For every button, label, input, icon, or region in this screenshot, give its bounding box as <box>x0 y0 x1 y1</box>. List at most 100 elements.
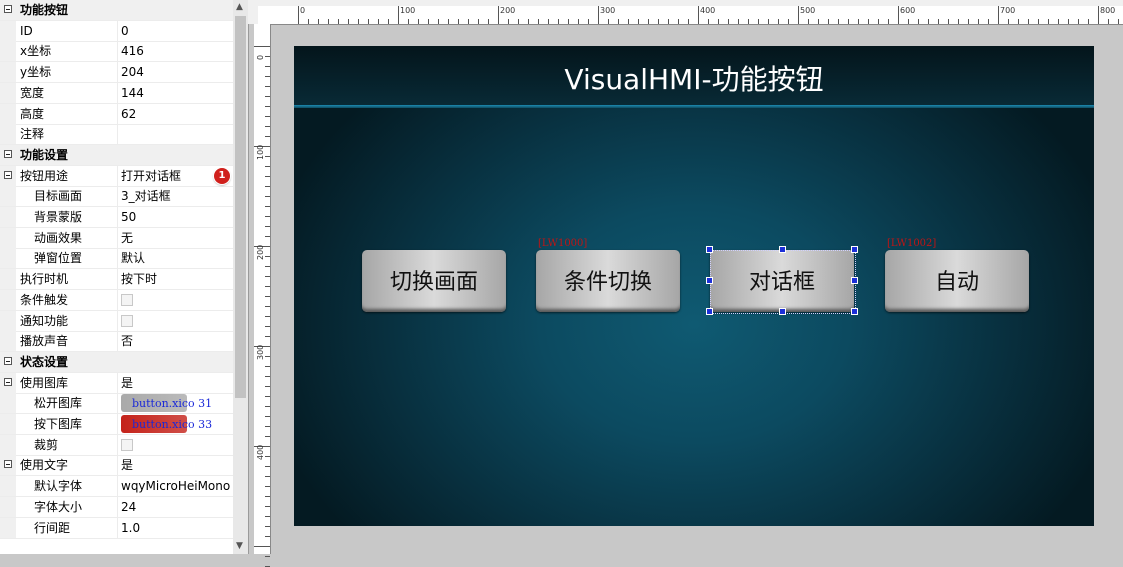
property-row[interactable]: ID 0 <box>0 20 233 42</box>
property-value[interactable]: 默认 <box>121 251 145 265</box>
property-row[interactable]: 弹窗位置 默认 <box>0 248 233 270</box>
ruler-tick <box>698 6 699 24</box>
title-divider <box>294 105 1094 108</box>
row-gutter <box>0 103 16 124</box>
property-row[interactable]: 松开图库 button.xico 31 <box>0 393 233 415</box>
property-row[interactable]: y坐标 204 <box>0 62 233 84</box>
ruler-tick <box>265 526 270 527</box>
scroll-down-icon[interactable]: ▼ <box>236 541 243 551</box>
property-value[interactable]: 62 <box>121 107 136 121</box>
property-row[interactable]: 行间距 1.0 <box>0 517 233 539</box>
property-row[interactable]: 使用图库 是 <box>0 372 233 394</box>
property-value[interactable]: 1.0 <box>121 521 140 535</box>
category-row[interactable]: 功能按钮 <box>0 0 233 21</box>
ruler-tick <box>988 19 989 24</box>
resize-handle[interactable] <box>851 246 858 253</box>
property-value[interactable]: 打开对话框 <box>121 169 181 183</box>
property-row[interactable]: 默认字体 wqyMicroHeiMono <box>0 476 233 498</box>
collapse-icon[interactable] <box>4 356 12 365</box>
property-value[interactable]: 是 <box>121 376 133 390</box>
resize-handle[interactable] <box>851 308 858 315</box>
property-row[interactable]: 按下图库 button.xico 33 <box>0 414 233 435</box>
row-gutter <box>0 331 16 352</box>
conditional-switch-button[interactable]: 条件切换 <box>536 250 680 312</box>
category-row[interactable]: 状态设置 <box>0 351 233 373</box>
property-name: 播放声音 <box>20 334 69 349</box>
property-row[interactable]: 使用文字 是 <box>0 455 233 477</box>
column-divider <box>117 269 118 290</box>
resize-handle[interactable] <box>706 277 713 284</box>
property-row[interactable]: 背景蒙版 50 <box>0 207 233 228</box>
property-row[interactable]: 条件触发 <box>0 289 233 311</box>
ruler-tick <box>265 386 270 387</box>
button-label: 切换画面 <box>389 270 478 295</box>
property-value[interactable]: 24 <box>121 500 136 514</box>
property-name: 高度 <box>20 106 45 121</box>
property-row[interactable]: 通知功能 <box>0 310 233 332</box>
property-name: 通知功能 <box>20 313 69 328</box>
property-value[interactable]: 0 <box>121 24 129 38</box>
property-row[interactable]: 字体大小 24 <box>0 496 233 518</box>
property-value[interactable]: 144 <box>121 86 144 100</box>
property-value[interactable]: 416 <box>121 44 144 58</box>
property-value[interactable]: wqyMicroHeiMono <box>121 479 230 493</box>
resize-handle[interactable] <box>851 277 858 284</box>
resize-handle[interactable] <box>706 308 713 315</box>
property-row[interactable]: 宽度 144 <box>0 82 233 104</box>
property-row[interactable]: 按钮用途 打开对话框 1 <box>0 165 233 187</box>
column-divider <box>117 20 118 41</box>
hmi-screen[interactable]: VisualHMI-功能按钮 切换画面 [LW1000] 条件切换 对话框 [L… <box>294 46 1094 526</box>
ruler-tick <box>265 56 270 57</box>
ruler-tick <box>265 66 270 67</box>
ruler-tick <box>868 19 869 24</box>
property-checkbox[interactable] <box>121 438 133 451</box>
property-value[interactable]: 否 <box>121 334 133 348</box>
ruler-tick <box>968 19 969 24</box>
switch-screen-button[interactable]: 切换画面 <box>362 250 506 312</box>
property-name: 松开图库 <box>34 396 83 411</box>
ruler-tick <box>265 106 270 107</box>
scroll-up-icon[interactable]: ▲ <box>236 2 243 12</box>
ruler-tick <box>928 19 929 24</box>
property-name: 状态设置 <box>20 354 69 369</box>
panel-scrollbar[interactable]: ▲ ▼ <box>233 0 248 554</box>
ruler-tick <box>518 19 519 24</box>
scrollbar-thumb[interactable] <box>235 16 246 398</box>
collapse-icon[interactable] <box>4 149 12 158</box>
property-value[interactable]: 是 <box>121 458 133 472</box>
resize-handle[interactable] <box>779 308 786 315</box>
property-row[interactable]: 目标画面 3_对话框 <box>0 186 233 208</box>
property-value[interactable]: 50 <box>121 210 136 224</box>
ruler-tick <box>265 206 270 207</box>
property-value[interactable]: 3_对话框 <box>121 189 171 203</box>
property-row[interactable]: x坐标 416 <box>0 41 233 63</box>
collapse-icon[interactable] <box>4 5 12 13</box>
ruler-label: 800 <box>1100 6 1116 15</box>
property-row[interactable]: 注释 <box>0 124 233 146</box>
row-gutter <box>0 62 16 83</box>
ruler-tick <box>265 366 270 367</box>
property-row[interactable]: 动画效果 无 <box>0 227 233 249</box>
property-value[interactable]: 204 <box>121 65 144 79</box>
property-row[interactable]: 裁剪 <box>0 434 233 456</box>
property-row[interactable]: 执行时机 按下时 <box>0 269 233 291</box>
property-checkbox[interactable] <box>121 314 133 327</box>
ruler-tick <box>738 19 739 24</box>
ruler-tick <box>265 126 270 127</box>
property-row[interactable]: 播放声音 否 <box>0 331 233 353</box>
category-row[interactable]: 功能设置 <box>0 144 233 166</box>
collapse-icon[interactable] <box>4 377 12 386</box>
property-value[interactable]: 无 <box>121 231 133 245</box>
column-divider <box>117 372 118 393</box>
row-gutter <box>0 186 16 207</box>
property-value[interactable]: 按下时 <box>121 272 157 286</box>
ruler-tick <box>265 196 270 197</box>
resize-handle[interactable] <box>706 246 713 253</box>
auto-button[interactable]: 自动 <box>885 250 1029 312</box>
collapse-icon[interactable] <box>4 170 12 179</box>
property-row[interactable]: 高度 62 <box>0 103 233 125</box>
property-checkbox[interactable] <box>121 293 133 306</box>
collapse-icon[interactable] <box>4 460 12 469</box>
ruler-tick <box>1088 19 1089 24</box>
resize-handle[interactable] <box>779 246 786 253</box>
